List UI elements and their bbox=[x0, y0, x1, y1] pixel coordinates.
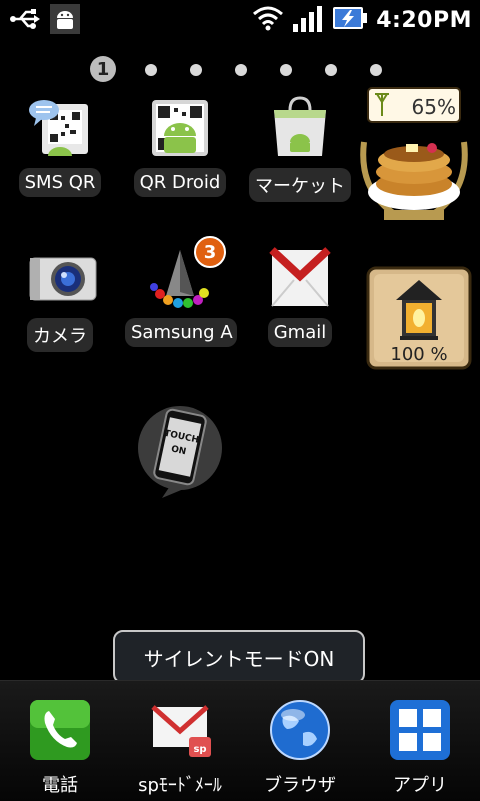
notification-badge: 3 bbox=[194, 236, 226, 268]
app-label: Samsung A bbox=[125, 318, 237, 347]
app-label: カメラ bbox=[27, 318, 93, 352]
dock-sp-mail[interactable]: sp spﾓｰﾄﾞﾒｰﾙ bbox=[120, 699, 240, 797]
page-dot-current[interactable]: 1 bbox=[90, 56, 116, 82]
samsung-apps-icon: 3 bbox=[148, 236, 226, 310]
page-dot[interactable] bbox=[280, 64, 292, 76]
lantern-value-text: 100 % bbox=[390, 344, 448, 365]
battery-percent-text: 65% bbox=[411, 95, 456, 119]
page-dot[interactable] bbox=[370, 64, 382, 76]
camera-icon bbox=[28, 246, 97, 310]
sp-mail-icon: sp bbox=[149, 699, 211, 761]
app-samsung-apps[interactable]: 3 Samsung A bbox=[125, 236, 237, 351]
dock-browser[interactable]: ブラウザ bbox=[240, 699, 360, 797]
page-dot[interactable] bbox=[325, 64, 337, 76]
dock-phone[interactable]: 電話 bbox=[0, 699, 120, 797]
app-grid-icon bbox=[389, 699, 451, 761]
app-qr-droid[interactable]: QR Droid bbox=[125, 96, 235, 201]
clock-time: 4:20PM bbox=[376, 7, 472, 33]
market-bag-icon bbox=[268, 96, 332, 160]
app-label: SMS QR bbox=[18, 168, 102, 197]
status-bar[interactable]: 4:20PM bbox=[0, 0, 480, 38]
browser-globe-icon bbox=[269, 699, 331, 761]
dock-label: spﾓｰﾄﾞﾒｰﾙ bbox=[138, 775, 222, 796]
qr-message-icon bbox=[28, 96, 92, 160]
page-dot[interactable] bbox=[145, 64, 157, 76]
battery-charging-icon bbox=[332, 4, 368, 36]
touch-on-widget[interactable]: TOUCH ON bbox=[136, 402, 226, 498]
dock-label: ブラウザ bbox=[264, 775, 336, 796]
page-dot[interactable] bbox=[190, 64, 202, 76]
page-dot[interactable] bbox=[235, 64, 247, 76]
dock-app-drawer[interactable]: アプリ bbox=[360, 699, 480, 797]
dock: 電話 sp spﾓｰﾄﾞﾒｰﾙ ブラウザ アプリ bbox=[0, 680, 480, 801]
app-label: マーケット bbox=[249, 168, 351, 202]
app-label: QR Droid bbox=[133, 168, 227, 197]
android-debug-icon bbox=[50, 4, 80, 38]
qr-droid-icon bbox=[148, 96, 212, 160]
app-market[interactable]: マーケット bbox=[245, 96, 355, 206]
signal-widget[interactable]: 65% bbox=[358, 82, 470, 224]
dock-label: アプリ bbox=[393, 775, 447, 796]
svg-text:sp: sp bbox=[193, 744, 206, 755]
gmail-icon bbox=[268, 246, 332, 310]
app-camera[interactable]: カメラ bbox=[5, 246, 115, 356]
phone-icon bbox=[29, 699, 91, 761]
dock-label: 電話 bbox=[42, 775, 78, 796]
app-sms-qr[interactable]: SMS QR bbox=[5, 96, 115, 201]
silent-mode-toast: サイレントモードON bbox=[113, 630, 365, 684]
app-label: Gmail bbox=[267, 318, 333, 347]
wifi-icon bbox=[252, 4, 284, 36]
lantern-widget[interactable]: 100 % bbox=[366, 266, 472, 370]
usb-icon bbox=[10, 6, 40, 36]
page-indicator[interactable]: 1 bbox=[90, 56, 390, 82]
app-gmail[interactable]: Gmail bbox=[245, 246, 355, 351]
signal-icon bbox=[292, 4, 324, 36]
